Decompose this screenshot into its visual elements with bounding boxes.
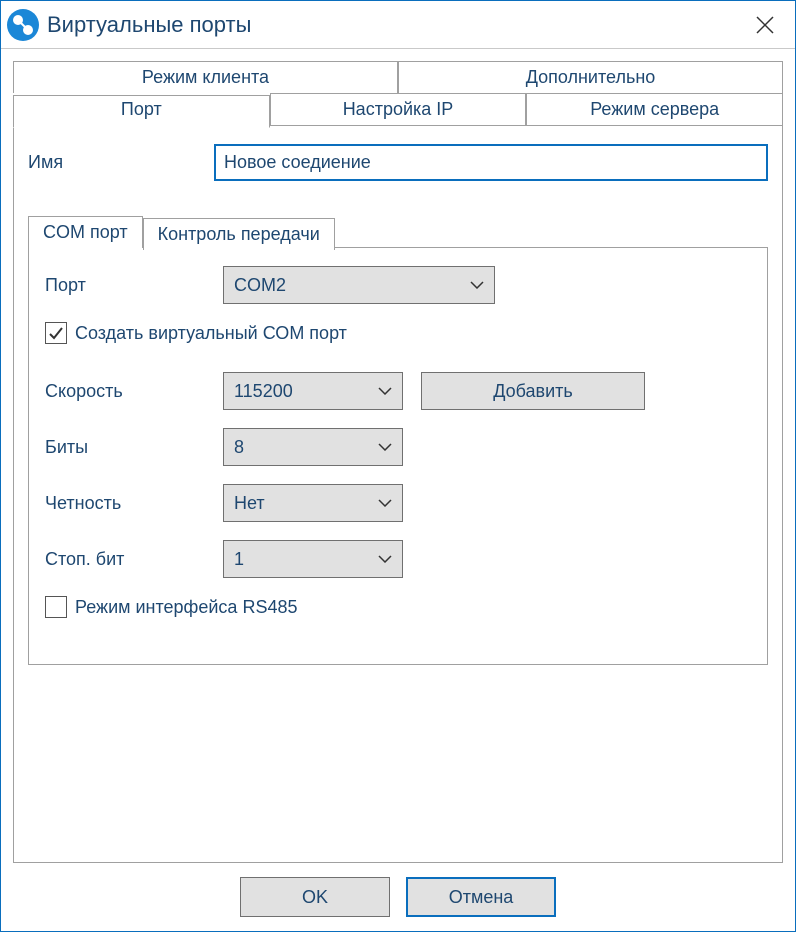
rs485-label: Режим интерфейса RS485	[75, 597, 297, 618]
chevron-down-icon	[470, 281, 484, 289]
checkbox-box	[45, 322, 67, 344]
stopbit-combo-value: 1	[234, 549, 370, 570]
close-button[interactable]	[737, 4, 793, 46]
name-input[interactable]	[214, 144, 768, 181]
stopbit-combo[interactable]: 1	[223, 540, 403, 578]
chevron-down-icon	[378, 387, 392, 395]
chevron-down-icon	[378, 499, 392, 507]
parity-combo-value: Нет	[234, 493, 370, 514]
name-label: Имя	[28, 152, 214, 173]
subtab-com-port[interactable]: COM порт	[28, 216, 143, 248]
bits-combo-value: 8	[234, 437, 370, 458]
ok-button[interactable]: OK	[240, 877, 390, 917]
check-icon	[48, 325, 64, 341]
cancel-button[interactable]: Отмена	[406, 877, 556, 917]
bits-combo[interactable]: 8	[223, 428, 403, 466]
close-icon	[755, 15, 775, 35]
speed-combo[interactable]: 115200	[223, 372, 403, 410]
subtab-flow-control[interactable]: Контроль передачи	[143, 218, 335, 250]
port-combo-value: COM2	[234, 275, 462, 296]
stopbit-label: Стоп. бит	[45, 549, 223, 570]
chevron-down-icon	[378, 443, 392, 451]
tab-server-mode[interactable]: Режим сервера	[526, 93, 783, 126]
create-vcom-label: Создать виртуальный СОМ порт	[75, 323, 347, 344]
tab-client-mode[interactable]: Режим клиента	[13, 61, 398, 93]
tab-ip-setup[interactable]: Настройка IP	[270, 93, 527, 126]
create-vcom-checkbox[interactable]: Создать виртуальный СОМ порт	[45, 322, 751, 344]
checkbox-box	[45, 596, 67, 618]
bits-label: Биты	[45, 437, 223, 458]
chevron-down-icon	[378, 555, 392, 563]
port-combo[interactable]: COM2	[223, 266, 495, 304]
app-icon	[5, 7, 41, 43]
titlebar: Виртуальные порты	[1, 1, 795, 49]
parity-combo[interactable]: Нет	[223, 484, 403, 522]
speed-combo-value: 115200	[234, 381, 370, 402]
rs485-checkbox[interactable]: Режим интерфейса RS485	[45, 596, 751, 618]
tab-advanced[interactable]: Дополнительно	[398, 61, 783, 93]
add-button[interactable]: Добавить	[421, 372, 645, 410]
port-label: Порт	[45, 275, 223, 296]
parity-label: Четность	[45, 493, 223, 514]
window-title: Виртуальные порты	[47, 12, 737, 38]
speed-label: Скорость	[45, 381, 223, 402]
tab-port[interactable]: Порт	[13, 95, 270, 128]
